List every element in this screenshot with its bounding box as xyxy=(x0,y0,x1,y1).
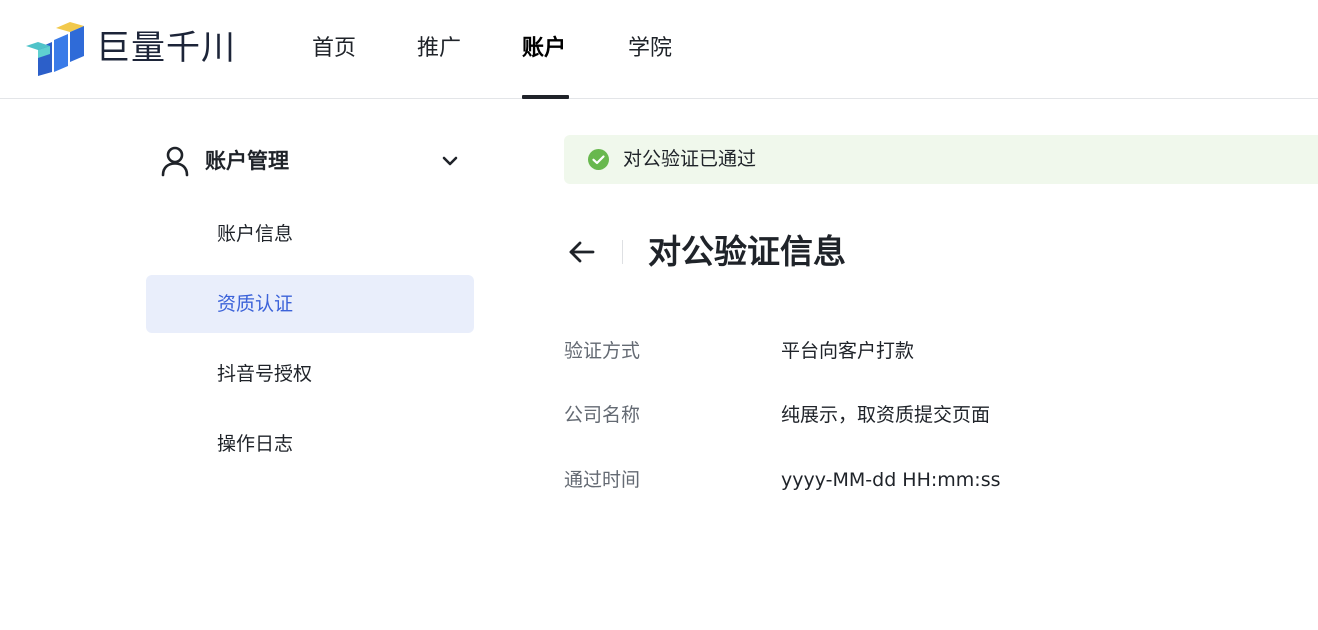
nav-promotion[interactable]: 推广 xyxy=(417,0,461,99)
info-label: 通过时间 xyxy=(564,469,641,491)
info-row-verification-method: 验证方式 平台向客户打款 xyxy=(564,331,1264,371)
info-label: 验证方式 xyxy=(564,340,641,362)
top-navigation-bar: 巨量千川 首页 推广 账户 学院 xyxy=(0,0,1318,99)
info-row-company-name: 公司名称 纯展示，取资质提交页面 xyxy=(564,395,1264,435)
nav-home[interactable]: 首页 xyxy=(312,0,356,99)
info-value: yyyy-MM-dd HH:mm:ss xyxy=(781,469,1001,491)
sidebar-group-account-management[interactable]: 账户管理 xyxy=(146,135,474,187)
logo[interactable]: 巨量千川 xyxy=(24,20,236,76)
info-value: 纯展示，取资质提交页面 xyxy=(781,404,991,426)
info-row-approved-time: 通过时间 yyyy-MM-dd HH:mm:ss xyxy=(564,460,1264,500)
logo-mark-icon xyxy=(26,22,84,76)
info-value: 平台向客户打款 xyxy=(781,340,915,362)
check-circle-icon xyxy=(588,149,609,170)
info-label: 公司名称 xyxy=(564,404,641,426)
user-icon xyxy=(161,146,189,177)
nav-active-indicator xyxy=(522,95,569,99)
sidebar-item-qualification[interactable]: 资质认证 xyxy=(146,275,474,333)
title-divider xyxy=(622,240,623,264)
sidebar-item-operation-log[interactable]: 操作日志 xyxy=(146,415,474,473)
chevron-down-icon[interactable] xyxy=(440,151,460,171)
alert-text: 对公验证已通过 xyxy=(623,148,757,170)
sidebar-item-account-info[interactable]: 账户信息 xyxy=(146,205,474,263)
sidebar-item-douyin-auth[interactable]: 抖音号授权 xyxy=(146,345,474,403)
page-title: 对公验证信息 xyxy=(648,232,846,271)
logo-text: 巨量千川 xyxy=(96,28,236,68)
sidebar-group-label: 账户管理 xyxy=(205,149,289,173)
success-alert: 对公验证已通过 xyxy=(564,135,1318,184)
arrow-left-icon[interactable] xyxy=(566,236,598,268)
nav-academy[interactable]: 学院 xyxy=(628,0,672,99)
nav-account[interactable]: 账户 xyxy=(522,0,566,99)
